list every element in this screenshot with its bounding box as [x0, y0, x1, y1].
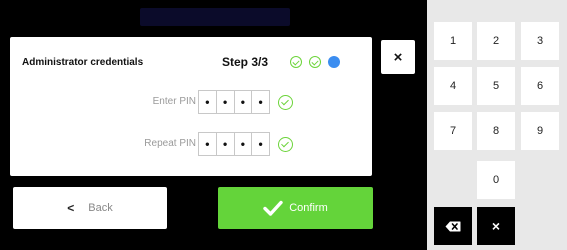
credentials-dialog: Administrator credentials Step 3/3 Enter… [10, 37, 372, 176]
key-5[interactable]: 5 [477, 67, 515, 105]
step-1-done-icon [290, 56, 302, 68]
pin-digit: • [199, 133, 217, 155]
numeric-keypad: 1 2 3 4 5 6 7 8 9 0 × [427, 0, 567, 250]
key-4[interactable]: 4 [434, 67, 472, 105]
key-2[interactable]: 2 [477, 22, 515, 60]
back-button-label: Back [88, 202, 113, 214]
repeat-pin-label: Repeat PIN [144, 138, 196, 149]
backspace-key[interactable] [434, 207, 472, 245]
backspace-icon [445, 221, 461, 231]
back-button[interactable]: < Back [13, 187, 167, 229]
dialog-title: Administrator credentials [22, 57, 144, 68]
step-2-done-icon [309, 56, 321, 68]
key-0[interactable]: 0 [477, 161, 515, 199]
step-3-current-indicator [328, 56, 340, 68]
clear-key[interactable]: × [477, 207, 515, 245]
enter-pin-label: Enter PIN [152, 96, 196, 107]
pin-digit: • [217, 133, 235, 155]
repeat-pin-valid-icon [278, 137, 293, 152]
pin-digit: • [217, 91, 235, 113]
key-3[interactable]: 3 [521, 22, 559, 60]
repeat-pin-input[interactable]: • • • • [198, 132, 270, 156]
pin-digit: • [258, 95, 263, 109]
key-7[interactable]: 7 [434, 112, 472, 150]
key-8[interactable]: 8 [477, 112, 515, 150]
step-indicator-label: Step 3/3 [222, 55, 269, 69]
top-status-bar [140, 8, 290, 26]
key-1[interactable]: 1 [434, 22, 472, 60]
enter-pin-valid-icon [278, 95, 293, 110]
checkmark-icon [263, 200, 283, 216]
chevron-left-icon: < [67, 201, 75, 215]
pin-digit: • [199, 91, 217, 113]
pin-digit: • [258, 137, 263, 151]
pin-digit: • [235, 133, 253, 155]
confirm-button-label: Confirm [289, 202, 328, 214]
close-icon: × [393, 48, 403, 66]
pin-digit: • [235, 91, 253, 113]
confirm-button[interactable]: Confirm [218, 187, 373, 229]
enter-pin-input[interactable]: • • • • [198, 90, 270, 114]
key-6[interactable]: 6 [521, 67, 559, 105]
close-button[interactable]: × [381, 40, 415, 74]
key-9[interactable]: 9 [521, 112, 559, 150]
